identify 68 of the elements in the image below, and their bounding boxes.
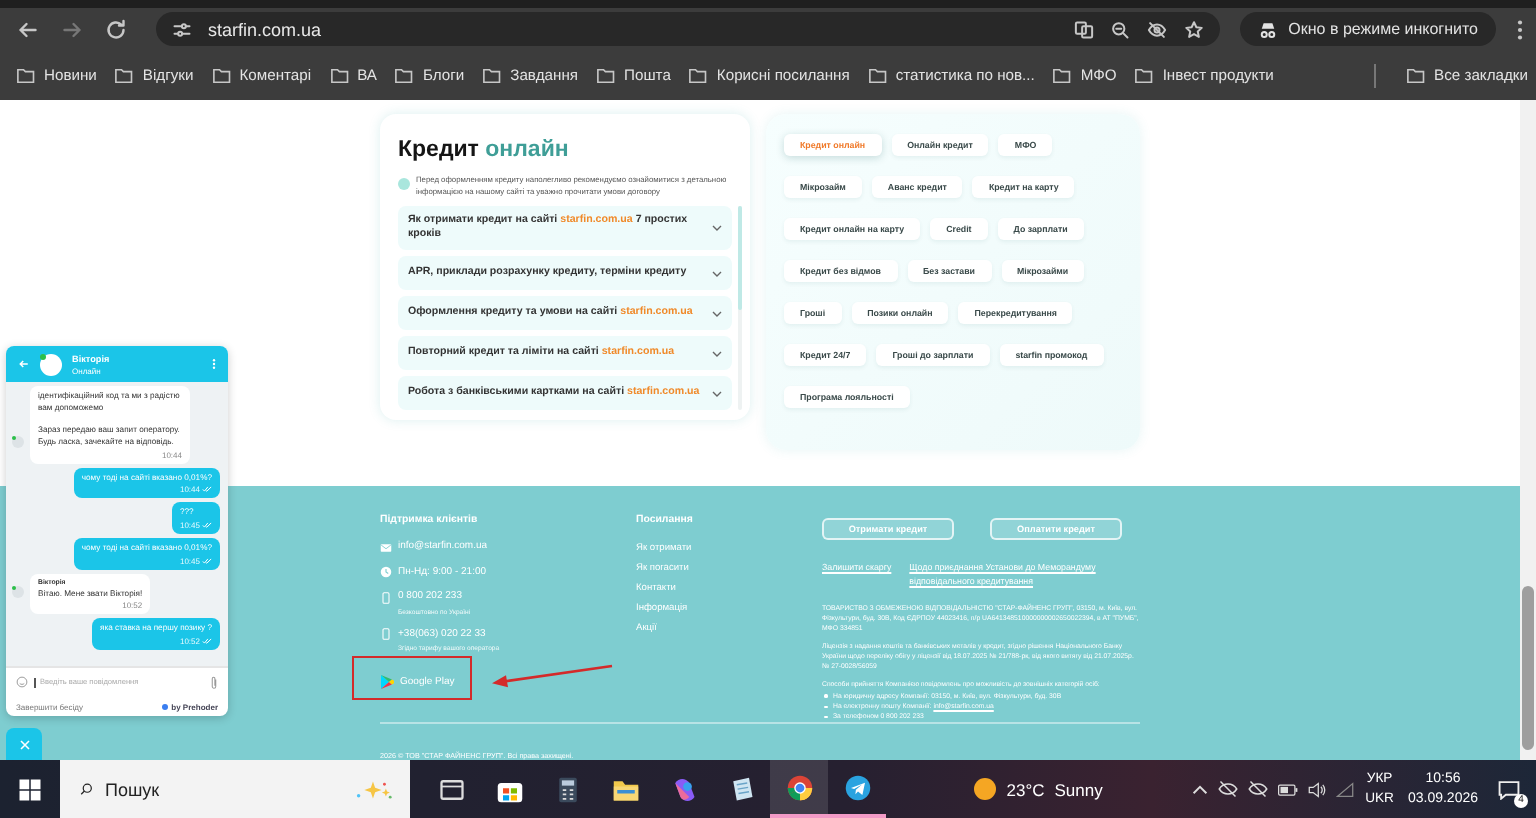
weather-widget[interactable]: 23°C Sunny <box>974 778 1103 800</box>
zoom-icon[interactable] <box>1110 19 1131 39</box>
calculator-icon <box>553 775 581 803</box>
back-icon[interactable] <box>16 17 40 41</box>
close-icon <box>19 739 29 749</box>
double-check-icon <box>202 638 212 645</box>
phone-icon <box>380 628 392 640</box>
folder-icon <box>329 65 350 85</box>
menu-icon[interactable] <box>1516 17 1524 41</box>
avatar <box>12 586 24 599</box>
chevron-down-icon <box>712 224 722 233</box>
double-check-icon <box>202 522 212 529</box>
folder-icon <box>211 65 232 85</box>
search-icon <box>80 780 93 798</box>
double-check-icon <box>202 486 212 493</box>
address-bar[interactable]: starfin.com.ua <box>156 12 1221 46</box>
highlight-frame <box>352 656 472 700</box>
reload-icon[interactable] <box>104 17 128 41</box>
chevron-up-icon[interactable] <box>1191 783 1208 795</box>
translate-icon[interactable] <box>1074 19 1095 39</box>
eye-slash-icon[interactable] <box>1217 780 1238 798</box>
paperclip-icon[interactable] <box>210 675 218 689</box>
speaker-icon[interactable] <box>1307 781 1326 797</box>
info-icon <box>398 178 410 190</box>
folder-icon <box>867 65 888 85</box>
eye-slash-icon[interactable] <box>1247 780 1268 798</box>
chevron-down-icon <box>712 309 722 318</box>
notepad-icon <box>727 775 755 803</box>
chat-icon <box>1497 779 1520 799</box>
incognito-chip[interactable]: Окно в режиме инкогнито <box>1240 12 1496 46</box>
folder-icon <box>394 65 415 85</box>
scrollbar-thumb[interactable] <box>1522 586 1534 750</box>
sun-icon <box>974 778 997 800</box>
folder-icon <box>1134 65 1155 85</box>
avatar <box>40 353 62 375</box>
folder-icon <box>16 65 36 85</box>
double-check-icon <box>202 557 212 564</box>
folder-icon <box>611 775 639 803</box>
avatar <box>12 435 24 448</box>
folder-icon <box>114 65 135 85</box>
task-view-icon <box>437 775 465 803</box>
search-input[interactable]: Пошук <box>104 779 339 799</box>
chevron-down-icon <box>712 349 722 358</box>
forward-icon[interactable] <box>60 17 84 41</box>
annotation-arrow <box>488 662 616 690</box>
incognito-icon <box>1258 19 1279 39</box>
site-settings-icon <box>172 19 192 39</box>
chevron-down-icon <box>712 389 722 398</box>
telegram-icon <box>843 773 871 801</box>
clock-icon <box>380 566 392 578</box>
phone-icon <box>380 591 392 603</box>
section-title: Кредит онлайн <box>398 138 571 162</box>
taskbar-app[interactable] <box>770 760 828 818</box>
copilot-icon <box>669 775 697 803</box>
eye-slash-icon[interactable] <box>1146 19 1169 39</box>
windows-icon[interactable] <box>18 777 42 801</box>
play-store-icon <box>380 674 394 690</box>
star-icon[interactable] <box>1184 19 1205 39</box>
chrome-icon <box>785 773 813 801</box>
folder-icon <box>1406 65 1427 85</box>
folder-icon <box>688 65 709 85</box>
battery-icon[interactable] <box>1277 783 1298 795</box>
search-bar[interactable]: Пошук <box>60 760 410 818</box>
folder-icon <box>1052 65 1073 85</box>
folder-icon <box>482 65 503 85</box>
chevron-down-icon <box>712 269 722 278</box>
folder-icon <box>596 65 617 85</box>
envelope-icon <box>380 541 392 553</box>
